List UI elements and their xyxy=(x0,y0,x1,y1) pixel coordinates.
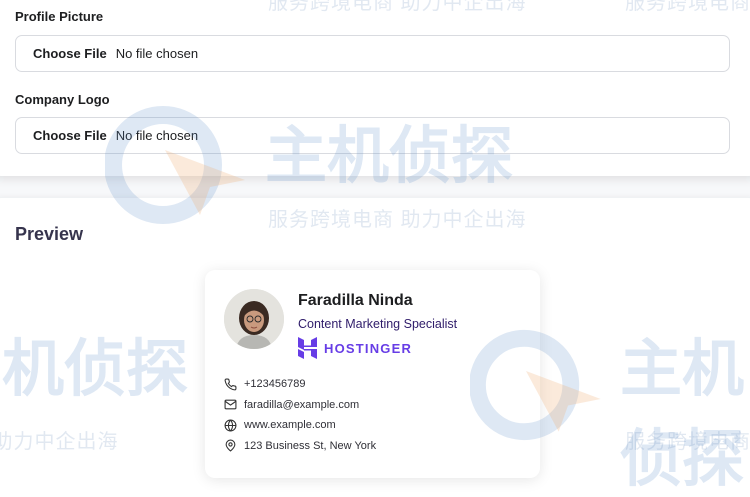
contact-text: 123 Business St, New York xyxy=(244,439,377,452)
contact-text: +123456789 xyxy=(244,378,306,391)
profile-picture-label: Profile Picture xyxy=(15,9,104,24)
contact-email: faradilla@example.com xyxy=(223,395,376,416)
company-logo-file-status: No file chosen xyxy=(115,128,199,143)
globe-icon xyxy=(223,418,237,432)
signature-role: Content Marketing Specialist xyxy=(298,317,458,331)
page: Profile Picture Choose File No file chos… xyxy=(0,0,750,497)
contact-list: +123456789 faradilla@example.com www.exa… xyxy=(223,374,376,456)
company-logo: HOSTINGER xyxy=(298,337,412,359)
contact-phone: +123456789 xyxy=(223,374,376,395)
contact-text: www.example.com xyxy=(244,419,336,432)
profile-picture-file-input[interactable]: Choose File No file chosen xyxy=(15,35,730,72)
mail-icon xyxy=(223,398,237,412)
profile-picture-file-status: No file chosen xyxy=(115,46,199,61)
email-signature: Faradilla Ninda Content Marketing Specia… xyxy=(205,270,540,478)
company-logo-choose-file-button[interactable]: Choose File xyxy=(33,128,107,143)
contact-text: faradilla@example.com xyxy=(244,398,360,411)
signature-name: Faradilla Ninda xyxy=(298,292,413,309)
contact-address: 123 Business St, New York xyxy=(223,436,376,457)
location-pin-icon xyxy=(223,439,237,453)
phone-icon xyxy=(223,377,237,391)
company-name: HOSTINGER xyxy=(324,340,413,356)
hostinger-logo-icon xyxy=(298,337,317,359)
profile-avatar xyxy=(224,289,284,349)
company-logo-file-input[interactable]: Choose File No file chosen xyxy=(15,117,730,154)
preview-title: Preview xyxy=(15,224,84,244)
contact-website: www.example.com xyxy=(223,415,376,436)
profile-picture-choose-file-button[interactable]: Choose File xyxy=(33,46,107,61)
company-logo-label: Company Logo xyxy=(15,92,110,107)
